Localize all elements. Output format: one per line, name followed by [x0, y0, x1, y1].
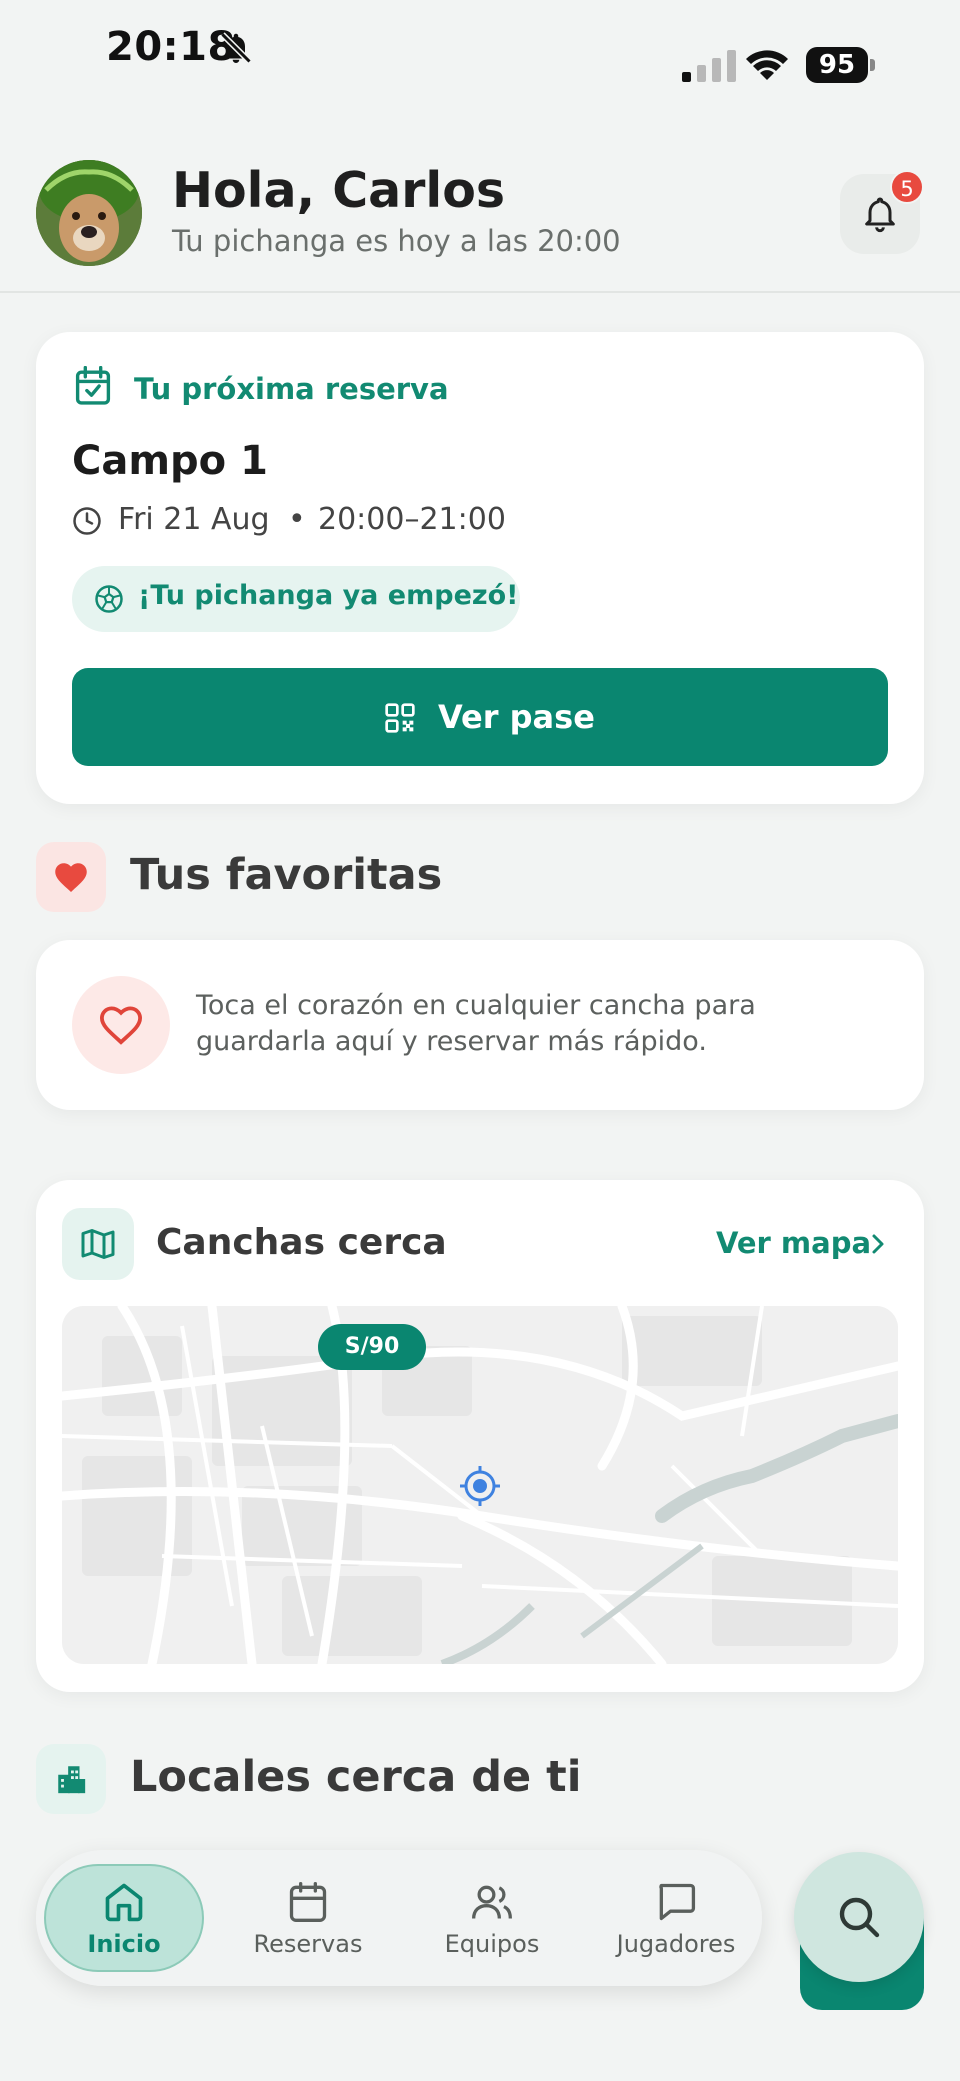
heart-outline-icon — [99, 1006, 143, 1045]
reservation-separator: • — [288, 502, 306, 537]
venues-icon-box — [36, 1744, 106, 1814]
reservation-date: Fri 21 Aug — [118, 502, 270, 537]
favorites-empty-text: Toca el corazón en cualquier cancha para… — [196, 990, 756, 1057]
home-icon[interactable] — [102, 1880, 146, 1924]
clock-icon — [73, 507, 101, 535]
view-pass-label: Ver pase — [438, 698, 595, 736]
venues-title: Locales cerca de ti — [130, 1752, 582, 1802]
users-icon[interactable] — [470, 1880, 514, 1924]
tab-equipos-label[interactable]: Equipos — [412, 1930, 572, 1958]
soccer-ball-icon — [95, 585, 123, 613]
nearby-fields-title: Canchas cerca — [156, 1222, 447, 1263]
greeting-subtitle: Tu pichanga es hoy a las 20:00 — [172, 224, 621, 258]
notification-badge: 5 — [890, 170, 924, 204]
wifi-icon — [746, 50, 788, 80]
buildings-icon — [58, 1766, 86, 1794]
map-price-pin[interactable]: S/90 — [318, 1324, 426, 1370]
current-location-icon — [460, 1466, 500, 1506]
calendar-check-icon — [75, 366, 111, 405]
favorites-title: Tus favoritas — [130, 850, 443, 900]
reservation-status-text: ¡Tu pichanga ya empezó! — [138, 580, 519, 611]
map-icon — [81, 1229, 115, 1259]
status-bar: 20:18 95 — [0, 0, 960, 110]
cell-signal-icon — [682, 50, 736, 82]
search-button[interactable] — [794, 1852, 924, 1982]
calendar-icon[interactable] — [286, 1880, 330, 1924]
status-time: 20:18 — [106, 24, 236, 70]
search-icon — [839, 1897, 880, 1938]
avatar-image — [36, 160, 142, 266]
map-icon-box — [62, 1208, 134, 1280]
battery-indicator: 95 — [806, 47, 876, 83]
bell-off-icon — [220, 32, 252, 64]
chat-icon[interactable] — [654, 1880, 698, 1924]
battery-cap — [870, 59, 875, 71]
chevron-right-icon[interactable] — [868, 1232, 888, 1256]
reservation-field-name: Campo 1 — [72, 438, 268, 484]
battery-level: 95 — [806, 47, 868, 83]
home-header: Hola, Carlos Tu pichanga es hoy a las 20… — [0, 150, 960, 293]
favorites-icon-box — [36, 842, 106, 912]
bell-icon — [865, 197, 895, 233]
reservation-time: 20:00–21:00 — [318, 502, 506, 537]
qr-code-icon — [385, 703, 415, 733]
favorites-empty-icon-circle — [72, 976, 170, 1074]
tab-inicio-label[interactable]: Inicio — [44, 1930, 204, 1958]
tab-reservas-label[interactable]: Reservas — [228, 1930, 388, 1958]
tab-jugadores-label[interactable]: Jugadores — [596, 1930, 756, 1958]
heart-filled-icon — [55, 863, 87, 892]
view-map-link[interactable]: Ver mapa — [716, 1226, 871, 1260]
avatar[interactable] — [36, 160, 142, 266]
greeting-title: Hola, Carlos — [172, 162, 506, 219]
next-reservation-label: Tu próxima reserva — [134, 372, 449, 406]
